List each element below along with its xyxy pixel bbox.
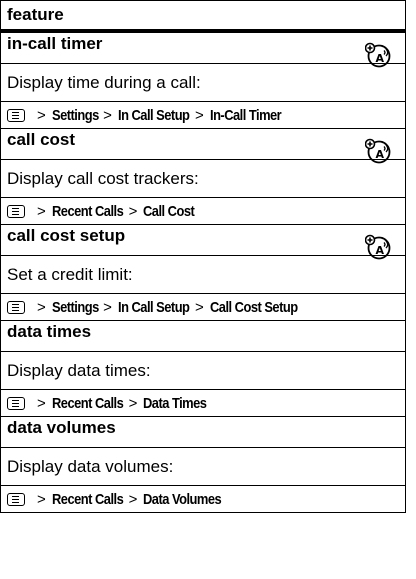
path-separator: >	[37, 106, 46, 124]
feature-title: data volumes	[1, 417, 405, 448]
path-step: Data Times	[143, 394, 207, 412]
menu-path: > Settings > In Call Setup > Call Cost S…	[1, 293, 405, 320]
menu-key-icon	[7, 300, 25, 314]
svg-text:A: A	[376, 244, 385, 257]
feature-title: call cost	[1, 129, 405, 160]
path-separator: >	[103, 298, 112, 316]
feature-table: feature in-call timer A Display time dur…	[0, 0, 406, 513]
path-step: Recent Calls	[51, 490, 124, 508]
path-step: Call Cost Setup	[209, 298, 298, 316]
feature-description: Display time during a call:	[7, 73, 201, 92]
path-step: In Call Setup	[117, 298, 190, 316]
path-separator: >	[128, 394, 138, 412]
network-dependent-feature-icon: A	[365, 42, 391, 68]
menu-key-icon	[7, 396, 25, 410]
path-step: Settings	[51, 298, 99, 316]
path-step: Recent Calls	[51, 202, 124, 220]
feature-description: Display data times:	[7, 361, 151, 380]
feature-section-data-volumes: data volumes Display data volumes: > Rec…	[1, 417, 405, 512]
path-separator: >	[194, 298, 204, 316]
menu-path: > Recent Calls > Data Volumes	[1, 485, 405, 512]
menu-path: > Settings > In Call Setup > In-Call Tim…	[1, 101, 405, 128]
path-separator: >	[37, 202, 46, 220]
path-step: In-Call Timer	[209, 106, 282, 124]
feature-title: data times	[1, 321, 405, 352]
path-separator: >	[194, 106, 204, 124]
feature-section-call-cost-setup: call cost setup A Set a credit limit: > …	[1, 225, 405, 321]
network-dependent-feature-icon: A	[365, 138, 391, 164]
path-step: Call Cost	[143, 202, 195, 220]
feature-section-data-times: data times Display data times: > Recent …	[1, 321, 405, 417]
path-separator: >	[37, 298, 46, 316]
menu-path: > Recent Calls > Call Cost	[1, 197, 405, 224]
network-dependent-feature-icon: A	[365, 234, 391, 260]
feature-section-in-call-timer: in-call timer A Display time during a ca…	[1, 33, 405, 129]
feature-description: Display data volumes:	[7, 457, 174, 476]
path-step: Settings	[51, 106, 99, 124]
menu-path: > Recent Calls > Data Times	[1, 389, 405, 416]
path-separator: >	[128, 490, 138, 508]
svg-text:A: A	[376, 148, 385, 161]
path-step: Recent Calls	[51, 394, 124, 412]
path-step: Data Volumes	[143, 490, 222, 508]
menu-key-icon	[7, 108, 25, 122]
menu-key-icon	[7, 204, 25, 218]
feature-title: in-call timer	[1, 33, 405, 64]
table-header: feature	[1, 0, 405, 33]
feature-description: Set a credit limit:	[7, 265, 133, 284]
feature-title: call cost setup	[1, 225, 405, 256]
path-step: In Call Setup	[117, 106, 190, 124]
feature-section-call-cost: call cost A Display call cost trackers: …	[1, 129, 405, 225]
svg-text:A: A	[376, 52, 385, 65]
path-separator: >	[37, 394, 46, 412]
path-separator: >	[128, 202, 138, 220]
menu-key-icon	[7, 492, 25, 506]
path-separator: >	[103, 106, 112, 124]
path-separator: >	[37, 490, 46, 508]
feature-description: Display call cost trackers:	[7, 169, 199, 188]
